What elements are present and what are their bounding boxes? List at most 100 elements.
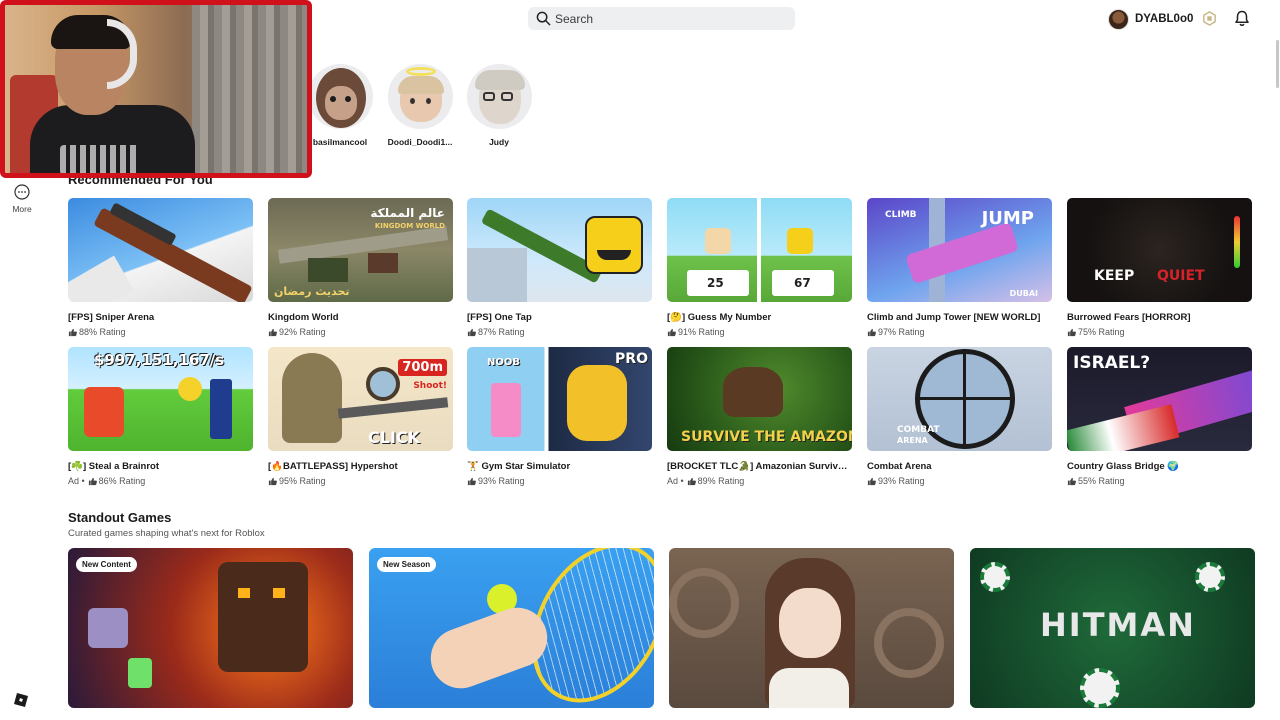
game-thumbnail[interactable]: [467, 198, 652, 302]
game-title[interactable]: [FPS] Sniper Arena: [68, 312, 253, 323]
robux-icon[interactable]: [1202, 11, 1217, 26]
game-card[interactable]: JUMP CLIMB DUBAI Climb and Jump Tower [N…: [867, 198, 1052, 337]
standout-game-card[interactable]: New Season: [369, 548, 654, 708]
thumbs-up-icon: [687, 477, 696, 485]
game-title[interactable]: Burrowed Fears [HORROR]: [1067, 312, 1252, 323]
thumbnail-text: HITMAN: [1040, 606, 1196, 644]
game-title[interactable]: Climb and Jump Tower [NEW WORLD]: [867, 312, 1052, 323]
thumbnail-bottom-text: CLICK: [368, 428, 421, 447]
game-title[interactable]: [BROCKET TLC🐊] Amazonian Survival ...: [667, 461, 852, 472]
section-subtitle: Curated games shaping what's next for Ro…: [68, 528, 265, 539]
game-card[interactable]: SURVIVE THE AMAZON [BROCKET TLC🐊] Amazon…: [667, 347, 852, 486]
thumbnail-text: ISRAEL?: [1073, 353, 1151, 373]
friend-name[interactable]: Doodi_Doodi1...: [387, 137, 453, 147]
thumbnail-text: 700m: [398, 359, 447, 376]
game-rating: Ad • 89% Rating: [667, 476, 852, 486]
friend-tile[interactable]: basilmancool: [307, 64, 373, 147]
thumbs-up-icon: [88, 477, 97, 485]
rating-text: 92% Rating: [279, 327, 326, 337]
page-scrollbar[interactable]: [1276, 40, 1279, 88]
rating-text: 87% Rating: [478, 327, 525, 337]
game-title[interactable]: 🏋️ Gym Star Simulator: [467, 461, 652, 472]
avatar[interactable]: [1108, 8, 1129, 30]
friend-name[interactable]: Judy: [466, 137, 532, 147]
webcam-overlay: [0, 0, 312, 178]
more-dots-icon: [14, 184, 30, 200]
thumbnail-text: JUMP: [981, 208, 1034, 229]
game-card[interactable]: NOOB PRO 🏋️ Gym Star Simulator 93% Ratin…: [467, 347, 652, 486]
thumbs-up-icon: [867, 328, 876, 336]
game-thumbnail[interactable]: ISRAEL?: [1067, 347, 1252, 451]
game-thumbnail[interactable]: 700m Shoot! CLICK: [268, 347, 453, 451]
game-title[interactable]: Combat Arena: [867, 461, 1052, 472]
game-card[interactable]: [FPS] One Tap 87% Rating: [467, 198, 652, 337]
game-thumbnail[interactable]: SURVIVE THE AMAZON: [667, 347, 852, 451]
game-card[interactable]: عالم المملكة KINGDOM WORLD تحديث رمضان K…: [268, 198, 453, 337]
game-rating: 55% Rating: [1067, 476, 1252, 486]
rating-text: 95% Rating: [279, 476, 326, 486]
thumbs-up-icon: [268, 477, 277, 485]
search-icon: [536, 11, 551, 26]
friend-avatar[interactable]: [387, 64, 453, 129]
thumbnail-subtext: CLIMB: [885, 210, 917, 220]
game-card[interactable]: ISRAEL? Country Glass Bridge 🌍 55% Ratin…: [1067, 347, 1252, 486]
rating-text: 88% Rating: [79, 327, 126, 337]
thumbs-up-icon: [667, 328, 676, 336]
ad-label: Ad •: [68, 476, 85, 486]
game-card[interactable]: KEEP QUIET Burrowed Fears [HORROR] 75% R…: [1067, 198, 1252, 337]
username[interactable]: DYABL0o0: [1135, 13, 1193, 25]
game-thumbnail[interactable]: KEEP QUIET: [1067, 198, 1252, 302]
game-card[interactable]: [FPS] Sniper Arena 88% Rating: [68, 198, 253, 337]
new-content-badge: New Content: [76, 557, 137, 572]
game-thumbnail[interactable]: $997,151,167/s: [68, 347, 253, 451]
thumbs-up-icon: [867, 477, 876, 485]
thumbnail-text: $997,151,167/s: [94, 351, 225, 369]
game-rating: Ad • 86% Rating: [68, 476, 253, 486]
standout-game-card[interactable]: [669, 548, 954, 708]
friend-avatar[interactable]: [307, 64, 373, 129]
friend-avatar[interactable]: [466, 64, 532, 129]
game-title[interactable]: Kingdom World: [268, 312, 453, 323]
standout-game-card[interactable]: New Content: [68, 548, 353, 708]
game-title[interactable]: [☘️] Steal a Brainrot: [68, 461, 253, 472]
game-card[interactable]: 25 67 [🤔] Guess My Number 91% Rating: [667, 198, 852, 337]
game-card[interactable]: $997,151,167/s [☘️] Steal a Brainrot Ad …: [68, 347, 253, 486]
thumbs-up-icon: [68, 328, 77, 336]
friend-tile[interactable]: Doodi_Doodi1...: [387, 64, 453, 147]
game-title[interactable]: [FPS] One Tap: [467, 312, 652, 323]
thumbnail-text: NOOB: [487, 357, 520, 368]
game-thumbnail[interactable]: [68, 198, 253, 302]
roblox-logo-icon[interactable]: [14, 693, 28, 707]
game-card[interactable]: 700m Shoot! CLICK [🔥BATTLEPASS] Hypersho…: [268, 347, 453, 486]
game-rating: 92% Rating: [268, 327, 453, 337]
game-thumbnail[interactable]: JUMP CLIMB DUBAI: [867, 198, 1052, 302]
thumbnail-subtext: ARENA: [897, 436, 928, 445]
search-bar[interactable]: [528, 7, 795, 30]
game-rating: 95% Rating: [268, 476, 453, 486]
section-title-standout[interactable]: Standout Games: [68, 510, 171, 525]
thumbnail-text: COMBAT: [897, 425, 940, 435]
game-title[interactable]: [🔥BATTLEPASS] Hypershot: [268, 461, 453, 472]
sidebar-item-label: More: [12, 204, 32, 214]
rating-text: 89% Rating: [697, 476, 745, 486]
game-rating: 91% Rating: [667, 327, 852, 337]
rating-text: 75% Rating: [1078, 327, 1125, 337]
game-thumbnail[interactable]: 25 67: [667, 198, 852, 302]
game-thumbnail[interactable]: NOOB PRO: [467, 347, 652, 451]
game-thumbnail[interactable]: عالم المملكة KINGDOM WORLD تحديث رمضان: [268, 198, 453, 302]
game-rating: 97% Rating: [867, 327, 1052, 337]
friend-name[interactable]: basilmancool: [307, 137, 373, 147]
notifications-bell-icon[interactable]: [1234, 10, 1250, 27]
user-profile-link[interactable]: DYABL0o0: [1108, 8, 1193, 30]
sidebar-item-more[interactable]: More: [8, 184, 36, 214]
standout-game-card[interactable]: HITMAN: [970, 548, 1255, 708]
friend-tile[interactable]: Judy: [466, 64, 532, 147]
game-title[interactable]: [🤔] Guess My Number: [667, 312, 852, 323]
search-input[interactable]: [555, 11, 785, 26]
game-card[interactable]: COMBAT ARENA Combat Arena 93% Rating: [867, 347, 1052, 486]
game-rating: 75% Rating: [1067, 327, 1252, 337]
roblox-home: DYABL0o0 More basilmancool Doodi_Doodi1.…: [0, 0, 1280, 720]
game-rating: 88% Rating: [68, 327, 253, 337]
game-thumbnail[interactable]: COMBAT ARENA: [867, 347, 1052, 451]
game-title[interactable]: Country Glass Bridge 🌍: [1067, 461, 1252, 472]
